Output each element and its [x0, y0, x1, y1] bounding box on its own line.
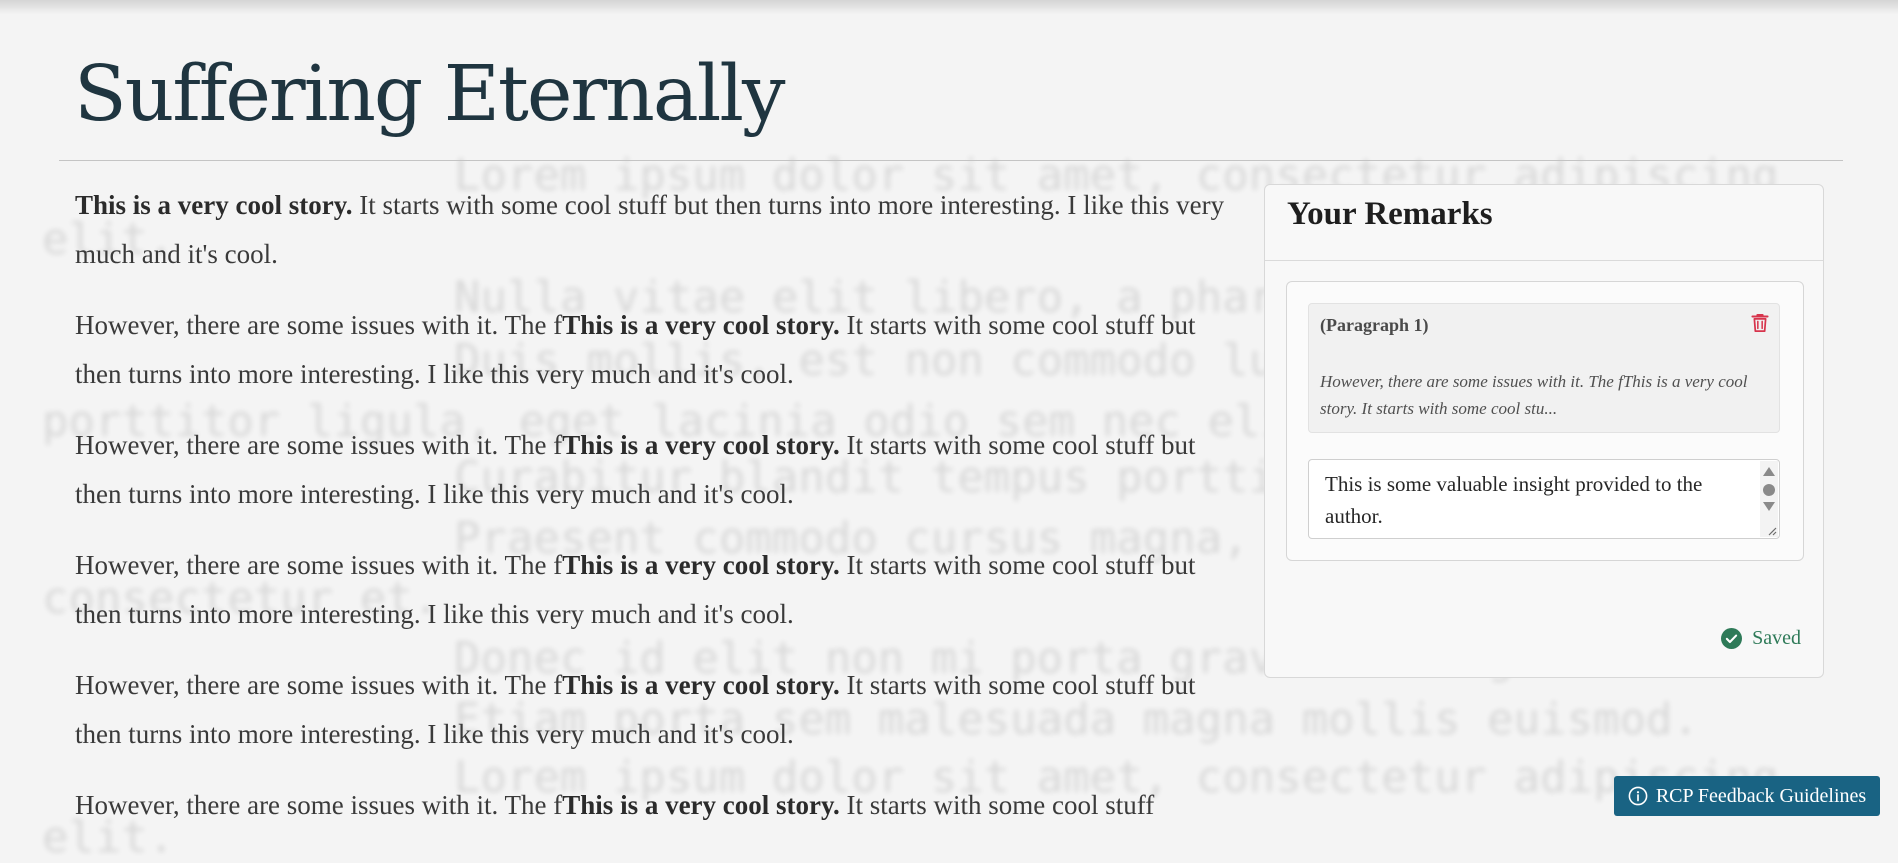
- paragraph-bold-text: This is a very cool story.: [562, 430, 840, 460]
- title-divider: [59, 160, 1843, 161]
- trash-icon[interactable]: [1747, 310, 1773, 336]
- remark-text: This is some valuable insight provided t…: [1325, 472, 1703, 528]
- story-paragraph[interactable]: This is a very cool story. It starts wit…: [75, 181, 1235, 279]
- feedback-guidelines-button[interactable]: RCP Feedback Guidelines: [1614, 776, 1880, 816]
- info-icon: [1628, 786, 1648, 806]
- paragraph-bold-text: This is a very cool story.: [562, 550, 840, 580]
- header-shadow: [0, 0, 1898, 14]
- paragraph-text: It starts with some cool stuff: [839, 790, 1155, 820]
- scroll-thumb[interactable]: [1763, 484, 1775, 496]
- remarks-panel: Your Remarks (Paragraph 1) However, ther…: [1264, 184, 1824, 678]
- remarks-title: Your Remarks: [1287, 196, 1493, 232]
- paragraph-text: However, there are some issues with it. …: [75, 790, 563, 820]
- story-paragraph[interactable]: However, there are some issues with it. …: [75, 541, 1235, 639]
- paragraph-reference-label: (Paragraph 1): [1320, 315, 1429, 335]
- story-paragraph[interactable]: However, there are some issues with it. …: [75, 421, 1235, 519]
- paragraph-text: However, there are some issues with it. …: [75, 550, 563, 580]
- story-paragraph[interactable]: However, there are some issues with it. …: [75, 661, 1235, 759]
- paragraph-text: However, there are some issues with it. …: [75, 670, 563, 700]
- story-paragraph[interactable]: However, there are some issues with it. …: [75, 781, 1235, 830]
- quoted-paragraph-box: (Paragraph 1) However, there are some is…: [1308, 303, 1780, 433]
- save-status-text: Saved: [1752, 627, 1801, 649]
- paragraph-bold-text: This is a very cool story.: [75, 190, 353, 220]
- check-circle-icon: [1721, 628, 1743, 649]
- remark-card: (Paragraph 1) However, there are some is…: [1286, 281, 1804, 561]
- save-status: Saved: [1721, 627, 1801, 650]
- feedback-guidelines-label: RCP Feedback Guidelines: [1655, 784, 1867, 807]
- remarks-header: Your Remarks: [1265, 185, 1823, 261]
- story-paragraph[interactable]: However, there are some issues with it. …: [75, 301, 1235, 399]
- paragraph-bold-text: This is a very cool story.: [562, 670, 840, 700]
- resize-handle-icon[interactable]: [1765, 524, 1777, 536]
- paragraph-bold-text: This is a very cool story.: [562, 310, 840, 340]
- scroll-down-arrow-icon[interactable]: [1763, 502, 1775, 511]
- paragraph-bold-text: This is a very cool story.: [562, 790, 840, 820]
- remark-textarea[interactable]: This is some valuable insight provided t…: [1308, 459, 1780, 539]
- scroll-up-arrow-icon[interactable]: [1763, 467, 1775, 476]
- story-body: This is a very cool story. It starts wit…: [75, 181, 1235, 852]
- story-title: Suffering Eternally: [74, 50, 785, 139]
- quoted-excerpt: However, there are some issues with it. …: [1320, 372, 1748, 418]
- paragraph-text: However, there are some issues with it. …: [75, 430, 563, 460]
- paragraph-text: However, there are some issues with it. …: [75, 310, 563, 340]
